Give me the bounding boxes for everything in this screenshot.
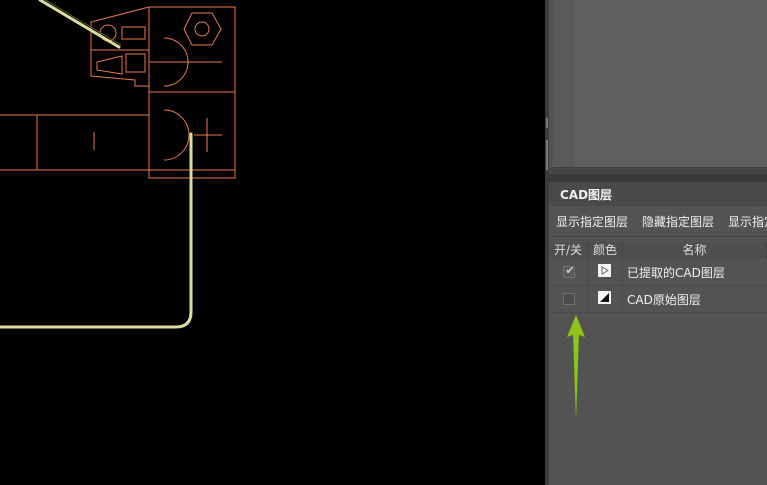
green-arrow-annotation xyxy=(567,315,585,421)
cell-divider xyxy=(587,259,588,285)
cad-drawing xyxy=(0,0,236,329)
splitter-grip xyxy=(546,118,548,128)
layers-panel-title: CAD图层 xyxy=(560,188,613,202)
cell-divider xyxy=(622,259,623,285)
hide-selected-layers-button[interactable]: 隐藏指定图层 xyxy=(642,213,714,230)
layer-name: 已提取的CAD图层 xyxy=(627,266,725,280)
layer-visibility-checkbox[interactable] xyxy=(563,293,575,305)
layers-toolbar: 显示指定图层 隐藏指定图层 显示指定 xyxy=(549,206,767,237)
layers-panel-header: CAD图层 xyxy=(549,182,767,206)
splitter-grip xyxy=(546,140,548,170)
layer-name: CAD原始图层 xyxy=(627,293,701,307)
cell-divider xyxy=(587,286,588,312)
cad-drawing-canvas[interactable] xyxy=(0,0,545,485)
upper-pane xyxy=(553,0,767,168)
upper-pane-content xyxy=(575,0,767,167)
show-selected-layers-button-2[interactable]: 显示指定 xyxy=(728,213,767,230)
triangle-filled-icon[interactable] xyxy=(598,291,611,304)
layer-row[interactable]: ✔ 已提取的CAD图层 xyxy=(549,259,767,286)
layer-visibility-checkbox[interactable]: ✔ xyxy=(563,264,575,278)
play-outline-icon[interactable] xyxy=(598,264,611,277)
column-header-toggle[interactable]: 开/关 xyxy=(549,242,588,259)
cell-divider xyxy=(622,286,623,312)
pane-divider-bar xyxy=(549,174,767,182)
check-icon: ✔ xyxy=(565,264,575,277)
column-header-name[interactable]: 名称 xyxy=(623,242,767,259)
column-header-color[interactable]: 颜色 xyxy=(588,242,623,259)
layer-row[interactable]: CAD原始图层 xyxy=(549,286,767,313)
show-selected-layers-button[interactable]: 显示指定图层 xyxy=(556,213,628,230)
